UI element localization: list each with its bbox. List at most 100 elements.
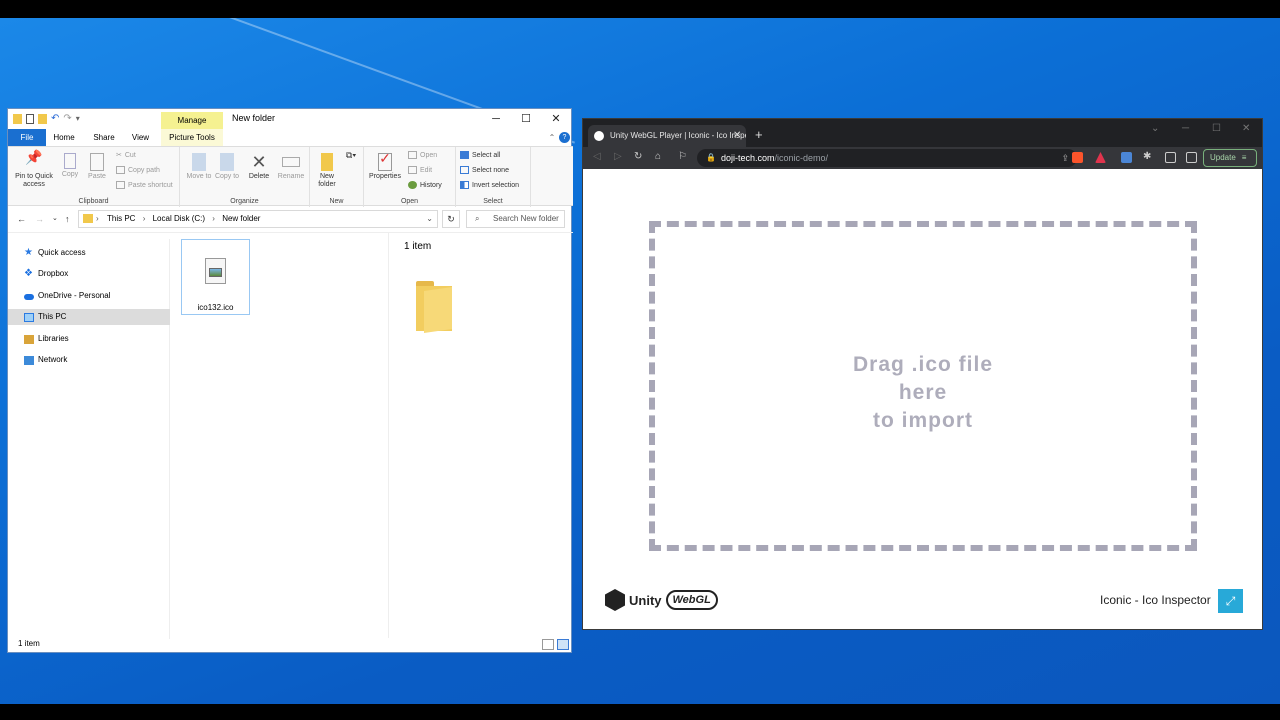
close-button[interactable]: ✕ (541, 109, 571, 129)
tab-home[interactable]: Home (50, 129, 78, 146)
browser-tab[interactable]: Unity WebGL Player | Iconic - Ico Inspec… (588, 125, 746, 147)
status-item-count: 1 item (18, 639, 40, 648)
nav-this-pc[interactable]: This PC (8, 309, 170, 325)
delete-button[interactable]: ✕ Delete (246, 153, 272, 181)
breadcrumb-new-folder[interactable]: New folder (222, 214, 260, 223)
move-to-button[interactable]: Move to (186, 153, 212, 181)
fullscreen-button[interactable]: ⤢ (1218, 589, 1243, 613)
update-button[interactable]: Update ≡ (1203, 149, 1257, 167)
forward-arrow-icon[interactable]: → (35, 214, 44, 224)
breadcrumb-this-pc[interactable]: This PC (107, 214, 135, 223)
nav-dropbox[interactable]: ❖ Dropbox (8, 266, 170, 282)
open-button[interactable]: Open (408, 151, 437, 159)
back-icon[interactable]: ◁ (593, 151, 601, 162)
ico-drop-zone[interactable]: Drag .ico file here to import (649, 221, 1197, 551)
select-none-button[interactable]: Select none (460, 166, 509, 174)
brave-rewards-icon[interactable] (1095, 152, 1106, 163)
breadcrumb: This PC › Local Disk (C:) › New folder (107, 214, 260, 223)
select-all-button[interactable]: Select all (460, 151, 500, 159)
address-bar[interactable]: › This PC › Local Disk (C:) › New folder… (78, 210, 438, 228)
explorer-titlebar: ↶ ↷ ▾ Manage New folder ─ ☐ ✕ (8, 109, 573, 129)
properties-button[interactable]: ✓ Properties (367, 151, 403, 181)
properties-qat-icon[interactable] (26, 113, 34, 124)
history-button[interactable]: History (408, 181, 442, 189)
file-item[interactable]: ico132.ico (181, 239, 250, 315)
nav-onedrive[interactable]: OneDrive - Personal (8, 288, 170, 304)
new-folder-button[interactable]: New folder (314, 153, 340, 189)
home-icon[interactable]: ⌂ (655, 151, 661, 162)
breadcrumb-local-disk[interactable]: Local Disk (C:) (153, 214, 205, 223)
bookmark-icon[interactable]: ⚐ (678, 151, 687, 162)
paste-shortcut-button[interactable]: Paste shortcut (116, 181, 173, 189)
share-icon[interactable]: ⇪ (1061, 149, 1069, 167)
collapse-ribbon-icon[interactable]: ⌃ (546, 129, 558, 146)
edit-label: Edit (420, 166, 433, 174)
nav-quick-access[interactable]: ★ Quick access (8, 245, 170, 261)
copy-path-button[interactable]: Copy path (116, 166, 160, 174)
up-arrow-icon[interactable]: ↑ (65, 214, 70, 224)
pin-icon: 📌 (25, 149, 43, 165)
nav-label: OneDrive - Personal (38, 291, 111, 300)
network-icon (24, 356, 34, 365)
invert-selection-button[interactable]: Invert selection (460, 181, 519, 189)
url-bar[interactable]: 🔒 doji-tech.com/iconic-demo/ ⇪ (697, 149, 1077, 167)
invert-selection-label: Invert selection (472, 181, 520, 189)
close-button[interactable]: ✕ (1242, 123, 1250, 134)
paste-button[interactable]: Paste (86, 153, 108, 181)
tab-view[interactable]: View (128, 129, 153, 146)
organize-group: Move to Copy to ✕ Delete Rename Organize (180, 147, 310, 207)
preview-divider[interactable] (388, 233, 389, 638)
recent-locations-icon[interactable]: ⌄ (52, 214, 58, 222)
new-item-icon[interactable]: ⧉▾ (344, 151, 358, 160)
sidebar-icon[interactable] (1165, 152, 1176, 163)
cut-button[interactable]: ✂ Cut (116, 151, 136, 160)
large-icons-view-icon[interactable] (557, 639, 569, 650)
nav-network[interactable]: Network (8, 352, 170, 368)
reload-icon[interactable]: ↻ (634, 151, 642, 162)
refresh-icon[interactable]: ↻ (442, 210, 460, 228)
maximize-button[interactable]: ☐ (511, 109, 541, 129)
redo-icon[interactable]: ↷ (63, 113, 71, 124)
pin-quick-access-button[interactable]: 📌 Pin to Quick access (11, 149, 57, 189)
drop-line-2: here (898, 381, 948, 404)
manage-context-tab[interactable]: Manage (161, 112, 223, 129)
nav-libraries[interactable]: Libraries (8, 331, 170, 347)
address-dropdown-icon[interactable]: ⌄ (426, 211, 433, 227)
undo-icon[interactable]: ↶ (51, 113, 59, 124)
help-icon[interactable]: ? (559, 132, 570, 143)
window-title: New folder (232, 113, 276, 123)
tab-close-icon[interactable]: ✕ (733, 125, 741, 147)
tab-share[interactable]: Share (90, 129, 118, 146)
search-input[interactable]: ⌕ Search New folder (466, 210, 565, 228)
new-folder-qat-icon[interactable] (38, 113, 47, 124)
copy-to-button[interactable]: Copy to (214, 153, 240, 181)
translate-extension-icon[interactable] (1121, 152, 1132, 163)
url-path: /iconic-demo/ (774, 153, 829, 163)
back-arrow-icon[interactable]: ← (17, 214, 26, 224)
extensions-icon[interactable]: ✱ (1143, 151, 1151, 162)
new-group-label: New (329, 198, 344, 205)
minimize-button[interactable]: ─ (481, 109, 511, 129)
invert-selection-icon (460, 181, 469, 189)
wallet-icon[interactable] (1186, 152, 1197, 163)
rename-icon (282, 157, 300, 167)
fullscreen-icon: ⤢ (1225, 594, 1236, 608)
minimize-button[interactable]: ─ (1182, 123, 1189, 134)
tab-picture-tools[interactable]: Picture Tools (161, 129, 223, 146)
tab-search-icon[interactable]: ⌄ (1151, 123, 1159, 134)
details-view-icon[interactable] (542, 639, 554, 650)
nav-label: Libraries (38, 334, 69, 343)
tab-file[interactable]: File (8, 129, 46, 146)
new-group: New folder ⧉▾ New (310, 147, 364, 207)
maximize-button[interactable]: ☐ (1212, 123, 1221, 134)
clipboard-group: 📌 Pin to Quick access Copy Paste ✂ Cut Co… (8, 147, 180, 207)
new-tab-icon[interactable]: + (755, 127, 763, 142)
forward-icon[interactable]: ▷ (614, 151, 622, 162)
top-letterbox (0, 0, 1280, 18)
edit-button[interactable]: Edit (408, 166, 432, 174)
customize-qat-icon[interactable]: ▾ (76, 114, 80, 123)
brave-shields-icon[interactable] (1072, 152, 1083, 163)
copy-button[interactable]: Copy (59, 153, 81, 179)
organize-group-label: Organize (230, 198, 259, 205)
rename-button[interactable]: Rename (276, 153, 306, 181)
